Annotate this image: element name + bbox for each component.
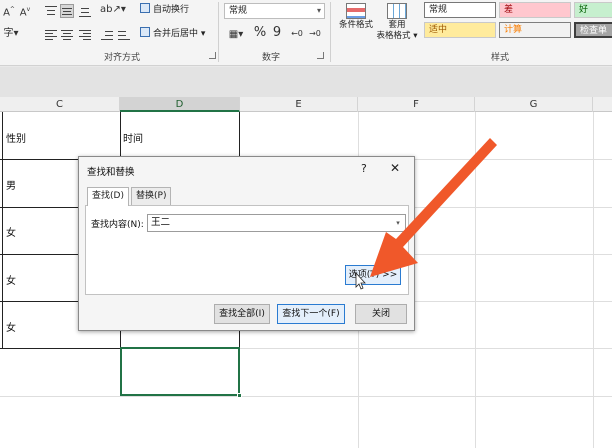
mouse-cursor-icon [355, 271, 366, 290]
tab-find[interactable]: 查找(D) [87, 187, 129, 206]
arrow-shape [370, 138, 497, 277]
annotation-arrow [355, 138, 497, 290]
